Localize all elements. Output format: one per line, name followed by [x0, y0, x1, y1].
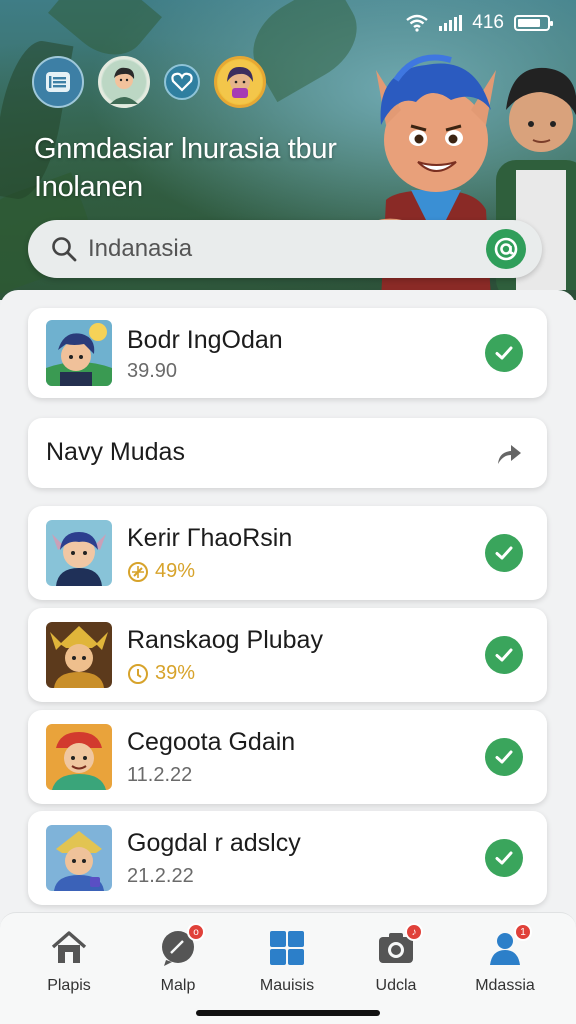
nav-item-profile[interactable]: 1 Mdassia	[455, 923, 555, 1007]
share-icon[interactable]	[495, 440, 523, 466]
signal-icon	[439, 15, 463, 31]
nav-label: Plapis	[47, 977, 91, 994]
avatar-row	[32, 56, 266, 108]
game-thumbnail	[46, 622, 112, 688]
coin-icon	[128, 663, 148, 684]
girl-avatar-icon	[218, 60, 262, 104]
menu-icon	[46, 72, 70, 92]
battery-icon	[514, 15, 553, 31]
check-icon[interactable]	[485, 738, 523, 776]
home-indicator[interactable]	[196, 1010, 380, 1016]
avatar[interactable]	[214, 56, 266, 108]
item-subtitle: 49%	[127, 560, 195, 583]
check-icon[interactable]	[485, 839, 523, 877]
notification-badge: ♪	[405, 923, 423, 941]
avatar[interactable]	[98, 56, 150, 108]
section-row[interactable]: Navy Mudas	[28, 418, 547, 488]
list-item[interactable]: Kerir ΓhaoRsin 49%	[28, 506, 547, 600]
item-title: Kerir ΓhaoRsin	[127, 524, 293, 552]
notification-badge: o	[187, 923, 205, 941]
bottom-navigation: Plapis o Malp Mauisis ♪ Udcla 1 Mdassia	[0, 912, 576, 1024]
hero-banner: 416 Gnmdasiar lnurasia tbur Inolanen Ind…	[0, 0, 576, 300]
home-icon	[51, 931, 87, 963]
mention-button[interactable]	[486, 229, 526, 269]
nav-label: Udcla	[375, 977, 417, 994]
item-subtitle: 39.90	[127, 360, 178, 382]
list-item[interactable]: Ranskaog Plubay 39%	[28, 608, 547, 702]
nav-label: Mauisis	[259, 977, 315, 994]
status-time: 416	[472, 12, 504, 33]
nav-label: Mdassia	[475, 977, 535, 994]
wifi-icon	[406, 14, 429, 32]
game-thumbnail	[46, 320, 112, 386]
check-icon[interactable]	[485, 636, 523, 674]
item-subtitle: 11.2.22	[127, 764, 193, 786]
item-title: Ranskaog Plubay	[127, 626, 323, 654]
nav-item-messages[interactable]: o Malp	[128, 923, 228, 1007]
list-item[interactable]: Bodr IngOdan 39.90	[28, 308, 547, 398]
section-label: Navy Mudas	[46, 438, 185, 466]
item-title: Gogdal r adslcy	[127, 829, 301, 857]
game-thumbnail	[46, 724, 112, 790]
check-icon[interactable]	[485, 334, 523, 372]
menu-button[interactable]	[32, 56, 84, 108]
item-subtitle: 39%	[127, 662, 195, 685]
nav-item-home[interactable]: Plapis	[19, 927, 119, 1007]
nav-item-dashboard[interactable]: Mauisis	[237, 927, 337, 1007]
item-subtitle: 21.2.22	[127, 865, 194, 887]
status-bar: 416	[405, 12, 553, 34]
game-thumbnail	[46, 825, 112, 891]
check-icon[interactable]	[485, 534, 523, 572]
search-bar[interactable]	[28, 220, 542, 278]
grid-icon	[270, 931, 304, 965]
list-item[interactable]: Gogdal r adslcy 21.2.22	[28, 811, 547, 905]
search-input[interactable]	[88, 235, 486, 263]
boy-avatar-icon	[102, 60, 146, 104]
heart-icon	[171, 72, 193, 92]
favorites-button[interactable]	[164, 64, 200, 100]
at-icon	[494, 237, 518, 261]
list-item[interactable]: Cegoota Gdain 11.2.22	[28, 710, 547, 804]
item-title: Bodr IngOdan	[127, 326, 283, 354]
compass-icon	[128, 561, 148, 582]
nav-item-camera[interactable]: ♪ Udcla	[346, 923, 446, 1007]
notification-badge: 1	[514, 923, 532, 941]
nav-label: Malp	[160, 977, 196, 994]
page-title: Gnmdasiar lnurasia tbur Inolanen	[34, 133, 337, 203]
game-thumbnail	[46, 520, 112, 586]
item-title: Cegoota Gdain	[127, 728, 296, 756]
search-icon	[52, 237, 77, 262]
